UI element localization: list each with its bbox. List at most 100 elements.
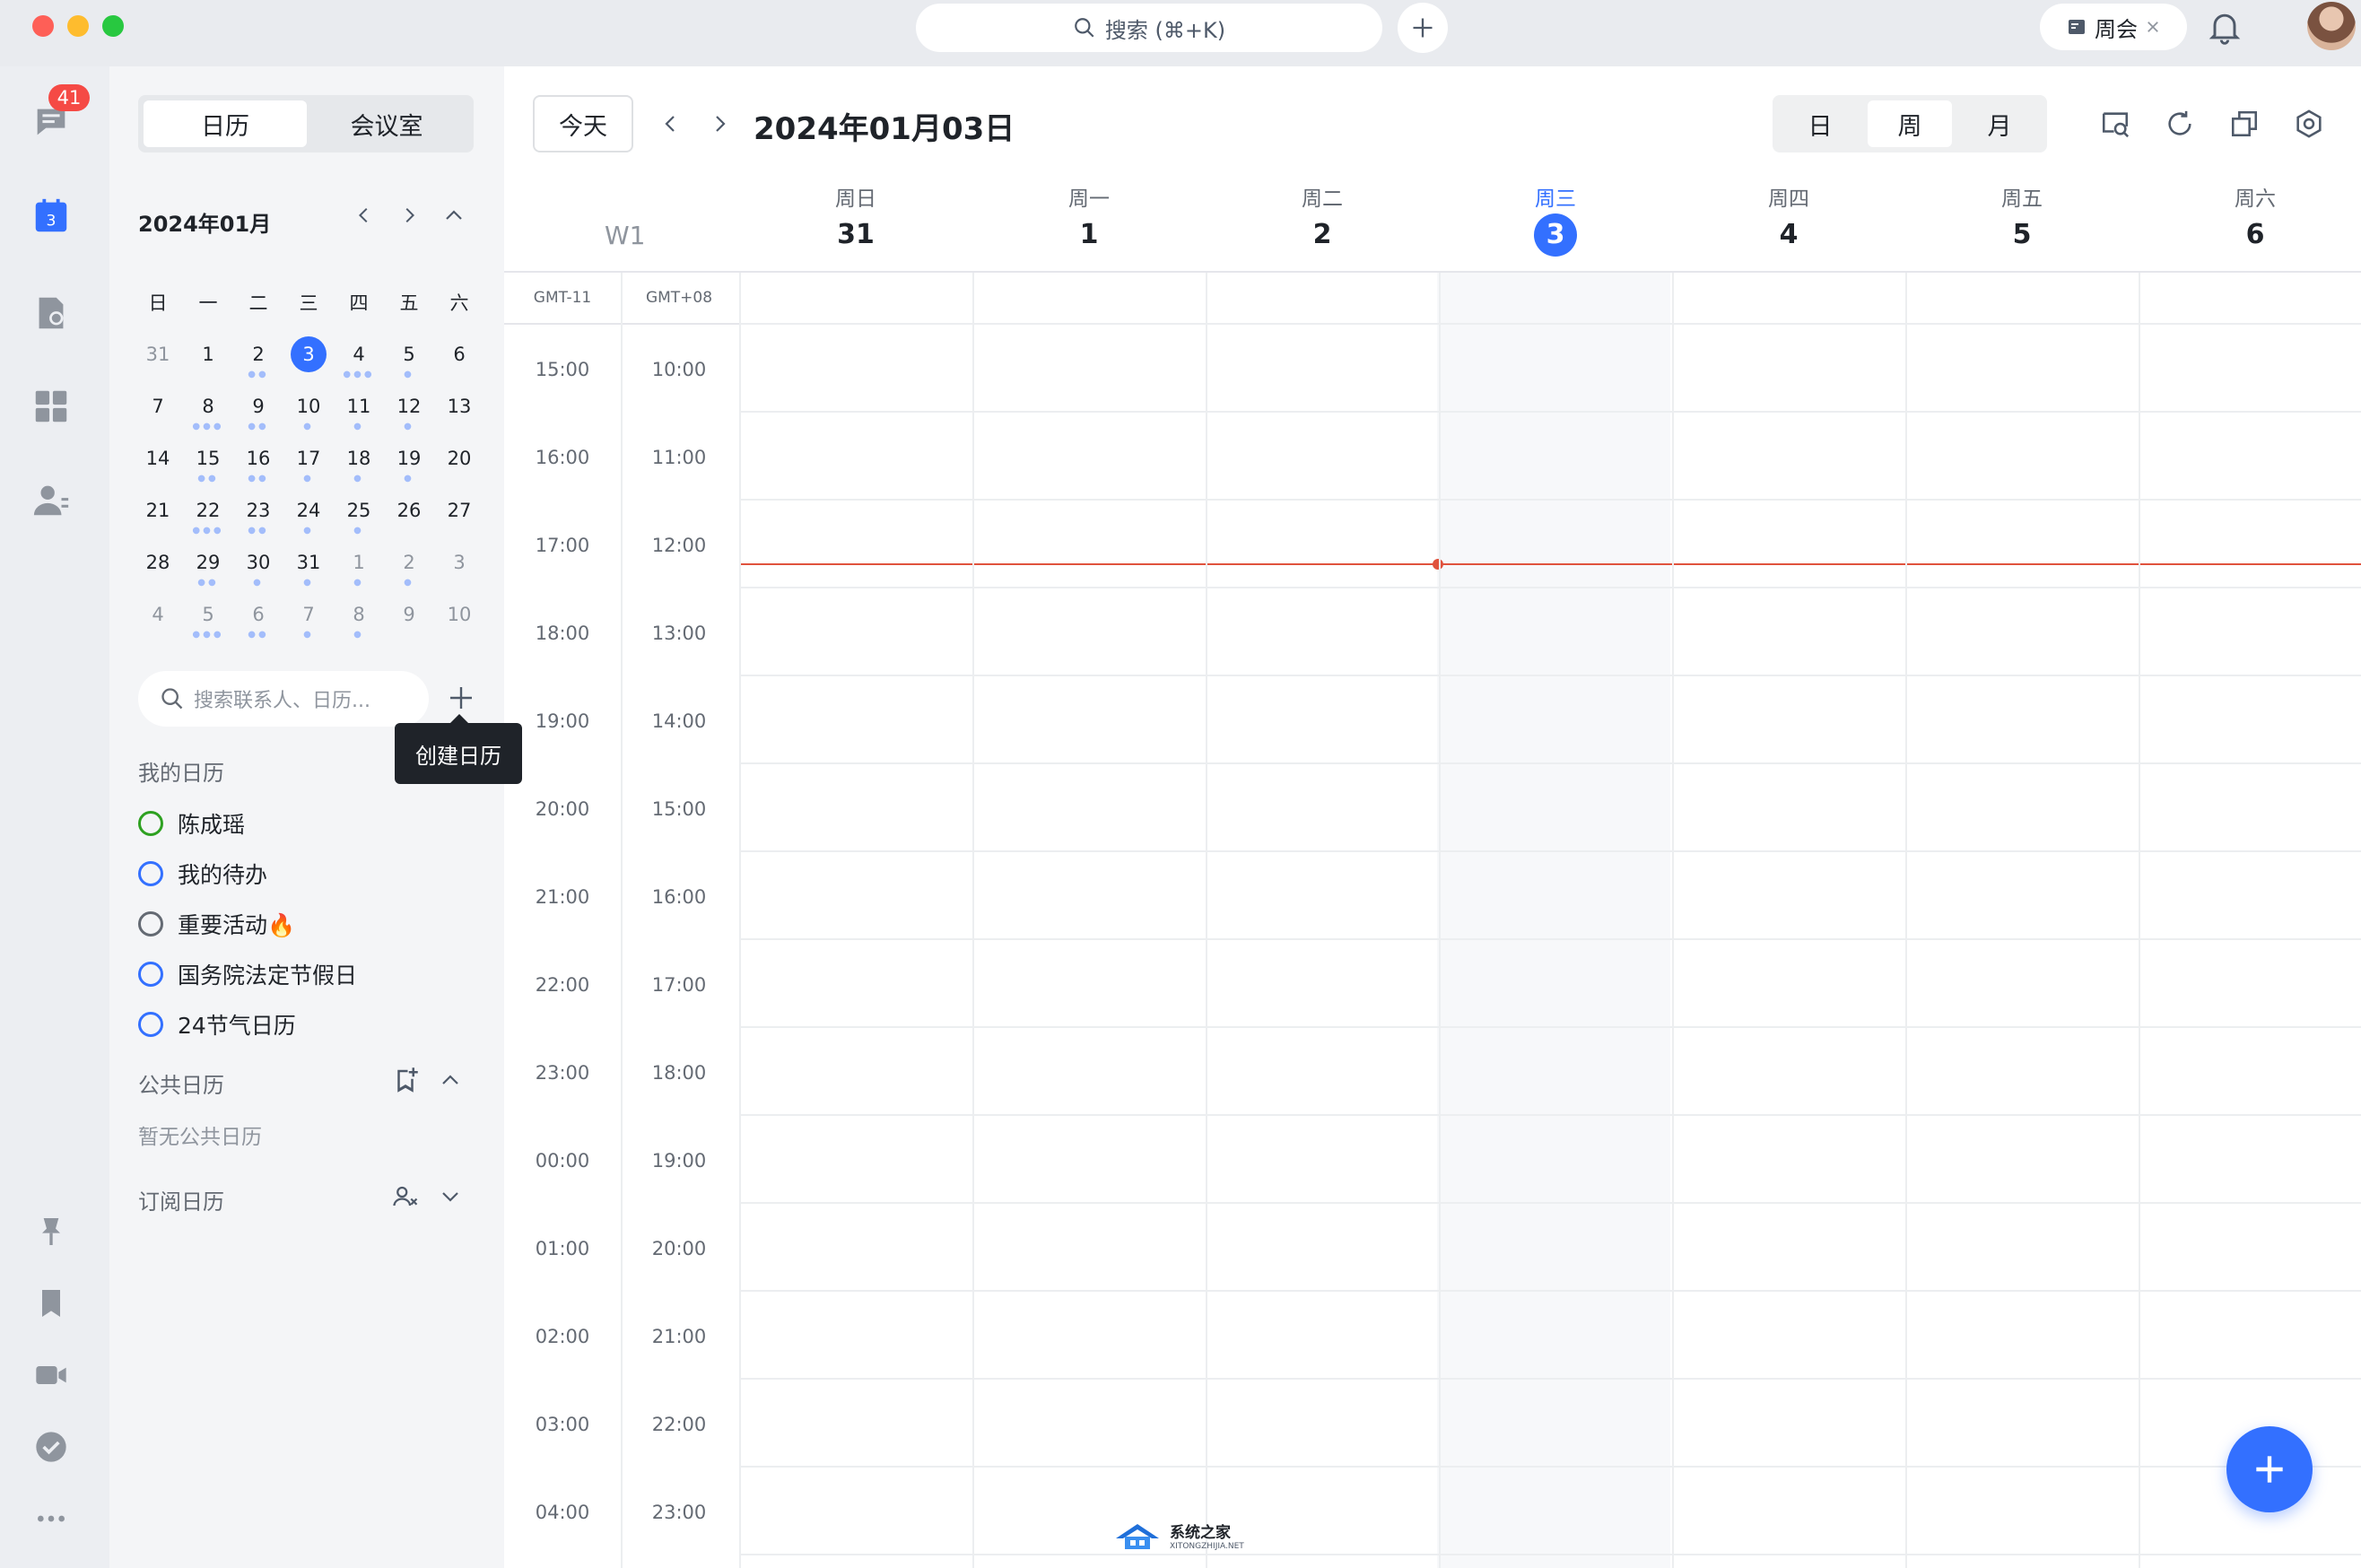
mini-day[interactable]: 3 xyxy=(434,536,484,588)
tab-calendar[interactable]: 日历 xyxy=(144,100,307,147)
mini-day[interactable]: 8 ●●● xyxy=(183,380,233,432)
calendar-toggle-checkbox[interactable] xyxy=(138,861,163,886)
find-time-icon[interactable] xyxy=(2097,106,2133,142)
mini-day[interactable]: 10 ● xyxy=(283,380,334,432)
mini-day[interactable]: 6 ●● xyxy=(233,588,283,640)
prev-week-button[interactable] xyxy=(655,108,687,140)
today-button[interactable]: 今天 xyxy=(533,95,633,152)
mini-day[interactable]: 22 ●●● xyxy=(183,484,233,536)
mini-day[interactable]: 1 ● xyxy=(334,536,384,588)
mini-day[interactable]: 11 ● xyxy=(334,380,384,432)
mini-day[interactable]: 12 ● xyxy=(384,380,434,432)
calendar-search-input[interactable]: 搜索联系人、日历... xyxy=(138,671,429,727)
mini-day[interactable]: 31 ● xyxy=(283,536,334,588)
next-week-button[interactable] xyxy=(703,108,736,140)
calendar-list-item[interactable]: 24节气日历 xyxy=(138,1006,296,1042)
mini-day[interactable]: 24 ● xyxy=(283,484,334,536)
mini-next-month-button[interactable] xyxy=(393,199,425,231)
mini-day[interactable]: 10 xyxy=(434,588,484,640)
calendar-toggle-checkbox[interactable] xyxy=(138,1012,163,1037)
bookmark-icon[interactable] xyxy=(30,1283,72,1324)
mini-day[interactable]: 6 xyxy=(434,328,484,380)
calendar-list-item[interactable]: 我的待办 xyxy=(138,856,267,892)
user-avatar[interactable] xyxy=(2307,2,2356,50)
mini-day[interactable]: 9 ●● xyxy=(233,380,283,432)
close-icon[interactable] xyxy=(2145,19,2161,35)
mini-collapse-button[interactable] xyxy=(438,199,470,231)
mini-day[interactable]: 17 ● xyxy=(283,432,334,484)
apps-icon[interactable] xyxy=(30,386,72,427)
mini-day[interactable]: 4 ●●● xyxy=(334,328,384,380)
zoom-window-button[interactable] xyxy=(102,15,124,37)
new-event-button[interactable] xyxy=(2226,1426,2313,1512)
mini-day-today[interactable]: 3 xyxy=(283,328,334,380)
chevron-up-icon[interactable] xyxy=(434,1064,466,1096)
mini-day[interactable]: 2 ● xyxy=(384,536,434,588)
mini-day[interactable]: 16 ●● xyxy=(233,432,283,484)
mini-day[interactable]: 8 ● xyxy=(334,588,384,640)
day-header[interactable]: 周日 31 xyxy=(739,181,972,257)
view-month-button[interactable]: 月 xyxy=(1957,100,2042,147)
more-icon[interactable] xyxy=(30,1498,72,1539)
global-search-bar[interactable]: 搜索 (⌘+K) xyxy=(916,4,1382,52)
day-header[interactable]: 周五 5 xyxy=(1905,181,2139,257)
mini-prev-month-button[interactable] xyxy=(348,199,380,231)
docs-icon[interactable] xyxy=(30,292,72,334)
layout-icon[interactable] xyxy=(2226,106,2262,142)
calendar-list-item[interactable]: 国务院法定节假日 xyxy=(138,956,357,992)
meeting-chip[interactable]: 周会 xyxy=(2040,4,2187,50)
close-window-button[interactable] xyxy=(32,15,54,37)
contacts-icon[interactable] xyxy=(30,479,72,520)
mini-day[interactable]: 30 ● xyxy=(233,536,283,588)
mini-day[interactable]: 31 xyxy=(133,328,183,380)
create-calendar-button[interactable] xyxy=(441,678,481,718)
check-icon[interactable] xyxy=(30,1426,72,1468)
mini-day[interactable]: 2 ●● xyxy=(233,328,283,380)
mini-day[interactable]: 5 ● xyxy=(384,328,434,380)
mini-day[interactable]: 27 xyxy=(434,484,484,536)
calendar-list-item[interactable]: 重要活动🔥 xyxy=(138,906,295,942)
subscribe-user-icon[interactable] xyxy=(389,1180,422,1213)
day-header[interactable]: 周三 3 xyxy=(1439,181,1672,257)
mini-day[interactable]: 5 ●●● xyxy=(183,588,233,640)
video-icon[interactable] xyxy=(30,1355,72,1396)
mini-day[interactable]: 7 xyxy=(133,380,183,432)
day-header[interactable]: 周一 1 xyxy=(972,181,1206,257)
notification-bell-icon[interactable] xyxy=(2205,7,2244,47)
tab-meeting-rooms[interactable]: 会议室 xyxy=(305,100,468,147)
mini-day[interactable]: 4 xyxy=(133,588,183,640)
mini-day[interactable]: 25 ● xyxy=(334,484,384,536)
time-grid[interactable]: GMT-11 15:00 16:00 17:00 18:00 19:00 20:00 21:… xyxy=(504,273,2361,1568)
minimize-window-button[interactable] xyxy=(67,15,89,37)
chevron-down-icon[interactable] xyxy=(434,1180,466,1213)
calendar-toggle-checkbox[interactable] xyxy=(138,911,163,936)
mini-day[interactable]: 18 ● xyxy=(334,432,384,484)
settings-icon[interactable] xyxy=(2291,106,2327,142)
view-week-button[interactable]: 周 xyxy=(1868,100,1952,147)
mini-day[interactable]: 26 xyxy=(384,484,434,536)
mini-day[interactable]: 23 ●● xyxy=(233,484,283,536)
calendar-icon[interactable]: 3 xyxy=(30,196,72,237)
pin-icon[interactable] xyxy=(30,1211,72,1252)
mini-day[interactable]: 13 xyxy=(434,380,484,432)
add-public-calendar-icon[interactable] xyxy=(389,1064,422,1096)
day-header[interactable]: 周六 6 xyxy=(2139,181,2361,257)
mini-day[interactable]: 9 xyxy=(384,588,434,640)
calendar-toggle-checkbox[interactable] xyxy=(138,811,163,836)
mini-day[interactable]: 7 ● xyxy=(283,588,334,640)
mini-day[interactable]: 14 xyxy=(133,432,183,484)
mini-day[interactable]: 21 xyxy=(133,484,183,536)
mini-day[interactable]: 20 xyxy=(434,432,484,484)
calendar-toggle-checkbox[interactable] xyxy=(138,962,163,987)
create-button[interactable] xyxy=(1398,3,1448,53)
view-day-button[interactable]: 日 xyxy=(1778,100,1862,147)
day-header[interactable]: 周四 4 xyxy=(1672,181,1905,257)
mini-day[interactable]: 19 ● xyxy=(384,432,434,484)
mini-day[interactable]: 1 xyxy=(183,328,233,380)
calendar-list-item[interactable]: 陈成瑶 xyxy=(138,806,245,841)
refresh-icon[interactable] xyxy=(2162,106,2198,142)
mini-day[interactable]: 15 ●● xyxy=(183,432,233,484)
mini-day[interactable]: 29 ●● xyxy=(183,536,233,588)
mini-day[interactable]: 28 xyxy=(133,536,183,588)
day-header[interactable]: 周二 2 xyxy=(1206,181,1439,257)
